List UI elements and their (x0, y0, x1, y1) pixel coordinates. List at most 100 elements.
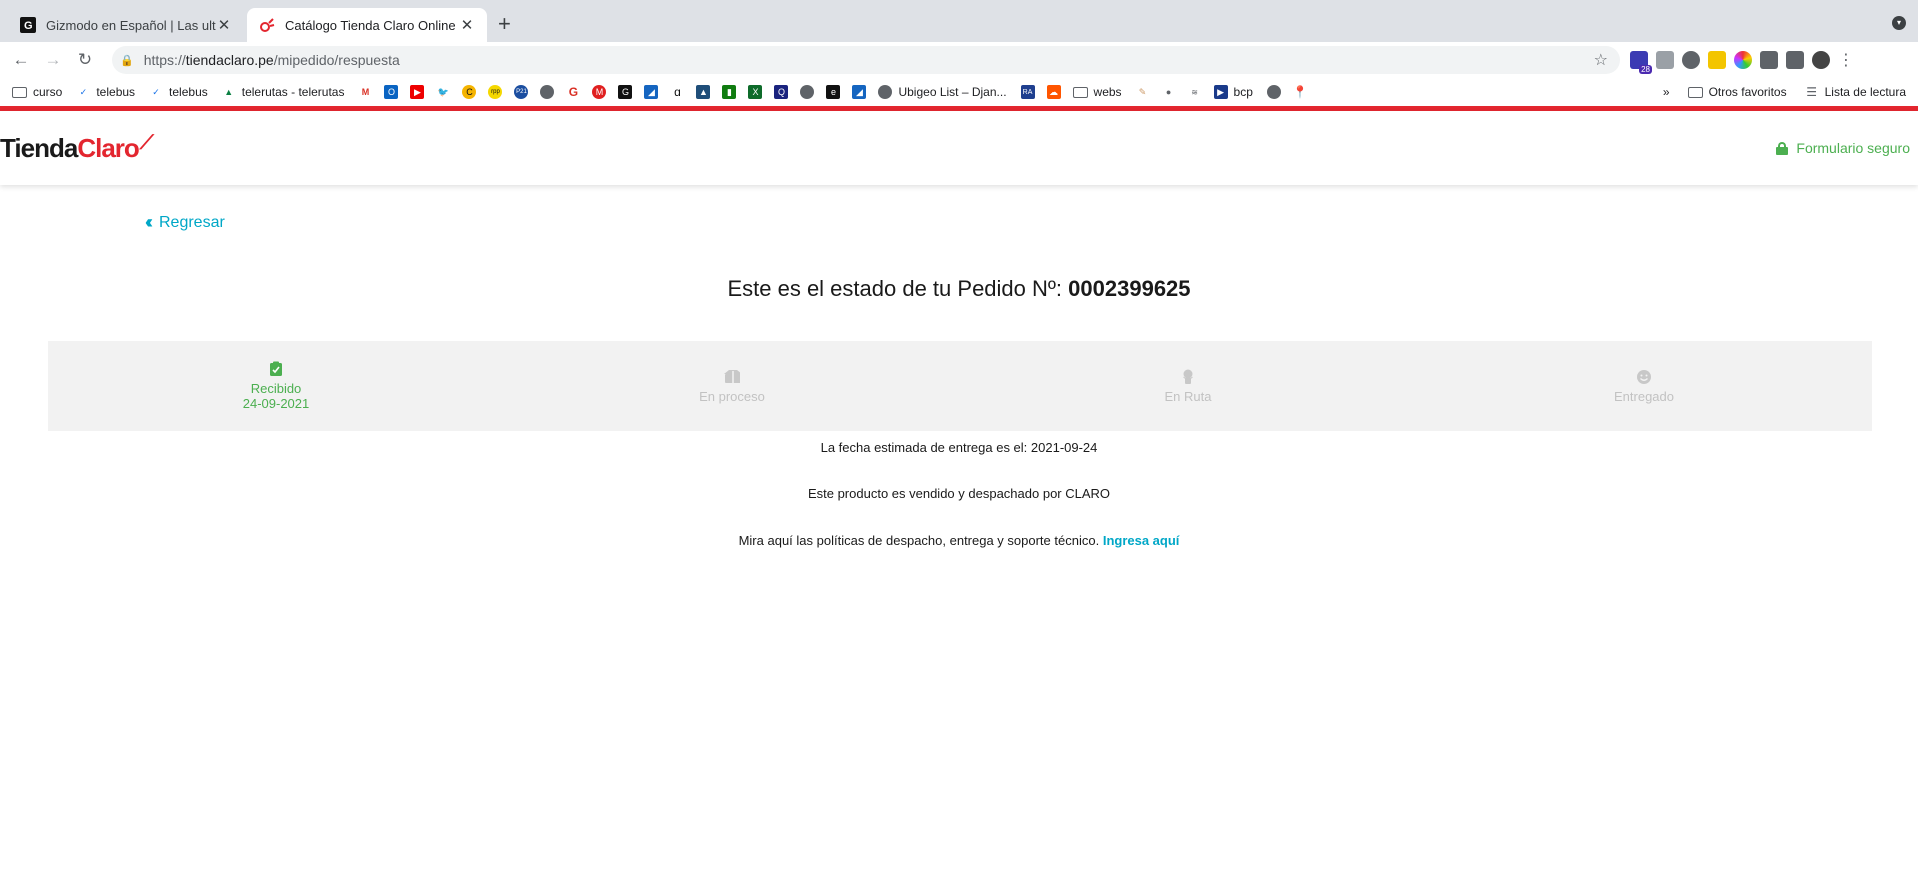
bookmark-item[interactable]: G (566, 85, 580, 99)
logo-text-claro: Claro (77, 132, 139, 163)
bookmark-item[interactable]: ✓ telebus (149, 85, 207, 99)
tienda-claro-logo[interactable]: Tienda Claro ⟋ (0, 132, 154, 164)
address-bar[interactable]: 🔒 https://tiendaclaro.pe/mipedido/respue… (112, 46, 1620, 74)
globe-icon (878, 85, 893, 99)
bookmark-item[interactable]: ◢ (644, 85, 659, 99)
order-number: 0002399625 (1068, 276, 1191, 301)
extension-icon[interactable] (1682, 51, 1700, 69)
bookmark-item[interactable]: ɑ (670, 85, 684, 99)
bookmark-item[interactable]: ◢ (852, 85, 867, 99)
url-scheme: https:// (143, 52, 186, 68)
globe-icon (800, 85, 815, 99)
bookmark-item[interactable]: ▶ bcp (1213, 85, 1253, 99)
gizmodo-icon: G (20, 17, 36, 33)
secure-form-badge: Formulario seguro (1776, 140, 1910, 156)
globe-icon (1266, 85, 1281, 99)
step-label: En proceso (699, 388, 765, 404)
bcp-icon: ▶ (1213, 85, 1228, 99)
bookmark-item[interactable]: RA (1020, 85, 1035, 99)
extension-icon[interactable] (1708, 51, 1726, 69)
bookmark-label: telebus (96, 85, 136, 99)
bookmark-item[interactable]: ▲ (696, 85, 711, 99)
bookmark-item[interactable]: X (748, 85, 763, 99)
bookmark-item[interactable]: Q (774, 85, 789, 99)
back-link[interactable]: ‹‹ Regresar (145, 212, 225, 233)
forward-arrow-icon[interactable]: → (42, 50, 64, 70)
bookmark-item[interactable]: M (358, 85, 373, 99)
media-control-icon[interactable] (1786, 51, 1804, 69)
bookmark-item[interactable]: ☁ (1046, 85, 1061, 99)
avatar[interactable] (1812, 51, 1830, 69)
bookmark-site-icon: ≋ (1191, 87, 1198, 97)
policy-link[interactable]: Ingresa aquí (1103, 533, 1180, 548)
close-tab-icon[interactable]: ✕ (459, 16, 475, 34)
secure-form-label: Formulario seguro (1796, 140, 1910, 156)
step-entregado: Entregado (1416, 341, 1872, 431)
reload-icon[interactable]: ↻ (74, 50, 96, 70)
bookmark-star-icon[interactable]: ☆ (1594, 50, 1608, 70)
bookmark-item[interactable]: P21 (514, 85, 529, 99)
bookmark-label: webs (1093, 85, 1122, 99)
tab-search-icon[interactable]: ▾ (1892, 16, 1906, 30)
step-label: En Ruta (1164, 388, 1212, 404)
other-bookmarks[interactable]: Otros favoritos (1687, 85, 1787, 99)
more-menu-icon[interactable]: ⋮ (1838, 50, 1854, 70)
bookmark-site-icon: ▲ (696, 85, 711, 99)
bookmark-item[interactable]: Ubigeo List – Djan... (878, 85, 1007, 99)
bookmark-item[interactable]: ▮ (722, 85, 737, 99)
folder-icon (1687, 86, 1703, 98)
back-arrow-icon[interactable]: ← (10, 50, 32, 70)
step-recibido: Recibido 24-09-2021 (48, 341, 504, 431)
url-path: /mipedido/respuesta (273, 52, 400, 68)
bookmark-item[interactable]: 📍 (1292, 85, 1308, 99)
bookmark-item[interactable]: ● (1162, 85, 1176, 99)
bookmark-item[interactable]: O (384, 85, 399, 99)
bookmark-item[interactable]: 🐦 (436, 85, 450, 99)
reading-list[interactable]: ☰ Lista de lectura (1805, 85, 1906, 99)
bookmark-item[interactable] (800, 85, 815, 99)
bookmark-site-icon: ✎ (1138, 86, 1147, 97)
bookmark-label: Ubigeo List – Djan... (898, 85, 1007, 99)
bookmarks-overflow-icon[interactable]: » (1663, 85, 1670, 99)
reading-list-icon: ☰ (1806, 85, 1817, 99)
tab-gizmodo[interactable]: G Gizmodo en Español | Las ultim ✕ (8, 8, 244, 42)
gizmodo-icon: G (618, 85, 633, 99)
extension-icon[interactable] (1656, 51, 1674, 69)
soundcloud-icon: ☁ (1046, 85, 1061, 99)
excel-icon: X (748, 85, 763, 99)
lock-icon[interactable]: 🔒 (120, 54, 134, 67)
close-tab-icon[interactable]: ✕ (216, 16, 232, 34)
bookmark-item[interactable]: webs (1072, 85, 1122, 99)
tab-strip: G Gizmodo en Español | Las ultim ✕ Catál… (0, 0, 1918, 42)
order-title-prefix: Este es el estado de tu Pedido Nº: (727, 276, 1063, 301)
new-tab-icon[interactable]: + (498, 13, 511, 35)
youtube-icon: ▶ (410, 85, 425, 99)
padlock-icon (1776, 141, 1789, 155)
bookmark-item[interactable]: ▶ (410, 85, 425, 99)
extension-icon[interactable] (1734, 51, 1752, 69)
bookmark-item[interactable]: rpp (488, 85, 503, 99)
step-label: Recibido (250, 381, 302, 396)
bookmark-site-icon: Q (774, 85, 789, 99)
step-en-proceso: En proceso (504, 341, 960, 431)
bookmark-item[interactable]: M (592, 85, 607, 99)
seller-note: Este producto es vendido y despachado po… (807, 486, 1111, 501)
bookmark-item[interactable]: ≋ (1188, 85, 1202, 99)
order-status-tracker: Recibido 24-09-2021 En proceso En Ruta E… (48, 341, 1872, 431)
extension-icon[interactable]: 28 (1630, 51, 1652, 74)
puzzle-icon[interactable] (1760, 51, 1778, 69)
tab-claro[interactable]: Catálogo Tienda Claro Online | ✕ (247, 8, 487, 42)
extension-badge: 28 (1639, 65, 1652, 74)
bookmark-item[interactable]: ✓ telebus (76, 85, 135, 99)
bookmark-item[interactable]: ▲ telerutas - telerutas (222, 85, 344, 99)
bookmark-item[interactable]: curso (12, 85, 62, 99)
bookmark-item[interactable] (540, 85, 555, 99)
maps-pin-icon: 📍 (1292, 85, 1308, 99)
check-icon: ✓ (79, 86, 88, 97)
bookmark-item[interactable]: e (826, 85, 841, 99)
bookmark-item[interactable] (1266, 85, 1281, 99)
bookmark-site-icon: ◢ (852, 85, 867, 99)
bookmark-item[interactable]: ✎ (1136, 85, 1150, 99)
bookmark-item[interactable]: C (462, 85, 477, 99)
bookmark-item[interactable]: G (618, 85, 633, 99)
